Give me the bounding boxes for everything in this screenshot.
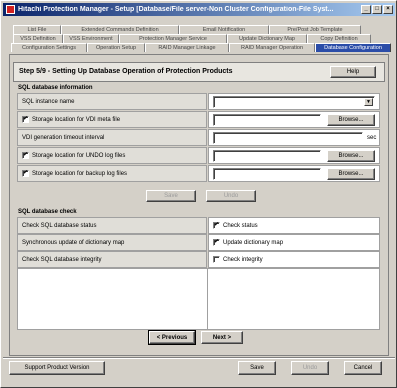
main-window: Hitachi Protection Manager - Setup [Data… [0, 0, 397, 388]
app-icon [6, 5, 15, 14]
update-dictionary-checkbox[interactable]: ✔ [213, 239, 220, 246]
title-bar: Hitachi Protection Manager - Setup [Data… [3, 3, 395, 16]
vdi-meta-label-cell: ✔ Storage location for VDI meta file [17, 111, 207, 128]
tab-email-notification[interactable]: Email Notification [179, 25, 269, 34]
undo-log-checkbox[interactable]: ✔ [22, 152, 29, 159]
footer-separator [3, 357, 395, 359]
vdi-meta-label: Storage location for VDI meta file [32, 116, 121, 123]
backup-log-checkbox[interactable]: ✔ [22, 170, 29, 177]
vdi-timeout-input[interactable] [213, 132, 363, 144]
maximize-icon[interactable]: □ [372, 5, 382, 14]
undo-log-label: Storage location for UNDO log files [32, 152, 126, 159]
tab-configuration-settings[interactable]: Configuration Settings [11, 43, 87, 52]
tab-raid-manager-operation[interactable]: RAID Manager Operation [229, 43, 315, 52]
sync-label-cell: Synchronous update of dictionary map [17, 234, 207, 251]
previous-button[interactable]: < Previous [148, 330, 196, 345]
step-title: Step 5/9 - Setting Up Database Operation… [19, 68, 233, 75]
tab-update-dictionary-map[interactable]: Update Dictionary Map [227, 34, 307, 43]
tab-pre-post-job[interactable]: Pre/Post Job Template [269, 25, 361, 34]
sql-check-title: SQL database check [18, 209, 77, 215]
tab-row-3: Configuration Settings Operation Setup R… [11, 43, 391, 52]
tab-extended-commands[interactable]: Extended Commands Definition [61, 25, 179, 34]
tab-list-file[interactable]: List File [13, 25, 61, 34]
update-dictionary-label: Update dictionary map [223, 239, 284, 246]
check-status-label: Check status [223, 222, 258, 229]
check-empty-left [18, 269, 208, 329]
backup-log-browse-button[interactable]: Browse... [327, 168, 375, 180]
integrity-label: Check SQL database integrity [22, 256, 102, 263]
instance-select[interactable]: ▼ [213, 96, 375, 108]
vdi-meta-browse-button[interactable]: Browse... [327, 114, 375, 126]
status-label: Check SQL database status [22, 222, 97, 229]
check-integrity-checkbox[interactable] [213, 256, 220, 263]
undo-log-browse-button[interactable]: Browse... [327, 150, 375, 162]
vdi-meta-checkbox[interactable]: ✔ [22, 116, 29, 123]
backup-log-label: Storage location for backup log files [32, 170, 128, 177]
next-button[interactable]: Next > [201, 331, 243, 344]
instance-label: SQL instance name [22, 98, 75, 105]
vdi-meta-value-cell: Browse... [208, 111, 380, 128]
help-button[interactable]: Help [330, 66, 376, 78]
close-icon[interactable]: × [383, 5, 393, 14]
tab-database-configuration[interactable]: Database Configuration [315, 43, 391, 52]
status-label-cell: Check SQL database status [17, 217, 207, 234]
info-save-button[interactable]: Save [146, 190, 196, 202]
footer-undo-button[interactable]: Undo [291, 361, 329, 375]
tab-raid-manager-linkage[interactable]: RAID Manager Linkage [145, 43, 229, 52]
minimize-icon[interactable]: _ [361, 5, 371, 14]
tab-vss-environment[interactable]: VSS Environment [63, 34, 119, 43]
instance-value-cell: ▼ [208, 93, 380, 110]
backup-log-label-cell: ✔ Storage location for backup log files [17, 165, 207, 182]
cancel-button[interactable]: Cancel [344, 361, 382, 375]
check-empty-area [17, 268, 380, 330]
vdi-timeout-label-cell: VDI generation timeout interval [17, 129, 207, 146]
undo-log-value-cell: Browse... [208, 147, 380, 164]
tab-vss-definition[interactable]: VSS Definition [13, 34, 63, 43]
vdi-timeout-value-cell: sec [208, 129, 380, 146]
sql-info-title: SQL database information [18, 85, 93, 91]
undo-log-input[interactable] [213, 150, 321, 162]
tab-operation-setup[interactable]: Operation Setup [87, 43, 145, 52]
tab-row-1: List File Extended Commands Definition E… [13, 25, 361, 34]
integrity-value-cell: Check integrity [208, 251, 380, 268]
chevron-down-icon[interactable]: ▼ [364, 98, 373, 106]
undo-log-label-cell: ✔ Storage location for UNDO log files [17, 147, 207, 164]
check-status-checkbox[interactable]: ✔ [213, 222, 220, 229]
support-product-version-button[interactable]: Support Product Version [9, 361, 105, 375]
tab-protection-manager-service[interactable]: Protection Manager Service [119, 34, 227, 43]
footer-save-button[interactable]: Save [238, 361, 276, 375]
backup-log-input[interactable] [213, 168, 321, 180]
integrity-label-cell: Check SQL database integrity [17, 251, 207, 268]
backup-log-value-cell: Browse... [208, 165, 380, 182]
sync-value-cell: ✔ Update dictionary map [208, 234, 380, 251]
vdi-timeout-label: VDI generation timeout interval [22, 134, 105, 141]
tab-copy-definition[interactable]: Copy Definition [307, 34, 371, 43]
check-integrity-label: Check integrity [223, 256, 263, 263]
vdi-timeout-unit: sec [367, 135, 377, 141]
tab-row-2: VSS Definition VSS Environment Protectio… [13, 34, 371, 43]
vdi-meta-input[interactable] [213, 114, 321, 126]
status-value-cell: ✔ Check status [208, 217, 380, 234]
instance-label-cell: SQL instance name [17, 93, 207, 110]
info-undo-button[interactable]: Undo [206, 190, 256, 202]
sync-label: Synchronous update of dictionary map [22, 239, 125, 246]
window-title: Hitachi Protection Manager - Setup [Data… [18, 6, 334, 13]
